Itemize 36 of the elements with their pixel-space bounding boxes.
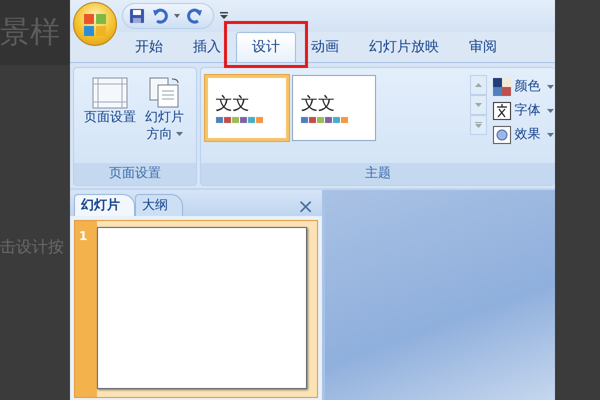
save-icon[interactable] xyxy=(129,8,145,24)
theme-menu-button[interactable]: 字体 xyxy=(493,98,554,122)
pane-tab[interactable]: 大纲 xyxy=(135,194,183,216)
caret-icon[interactable] xyxy=(174,14,180,18)
pane-tab[interactable]: 幻灯片 xyxy=(74,194,135,216)
theme-thumbnail[interactable]: 文文 xyxy=(292,74,376,140)
theme-menu-button[interactable]: 颜色 xyxy=(493,74,554,98)
ribbon-tab[interactable]: 幻灯片放映 xyxy=(354,32,454,62)
ribbon-tab[interactable]: 开始 xyxy=(120,32,178,62)
caret-icon xyxy=(546,84,554,88)
caret-icon xyxy=(546,132,554,136)
customize-icon[interactable] xyxy=(220,12,228,20)
font-icon xyxy=(493,102,512,120)
up-arrow-icon xyxy=(474,82,482,87)
undo-icon[interactable] xyxy=(152,8,168,24)
color-palette-icon xyxy=(493,78,512,96)
ribbon-button[interactable]: 幻灯片方向 xyxy=(141,74,188,146)
group-label: 页面设置 xyxy=(74,163,196,185)
ribbon-tab[interactable]: 插入 xyxy=(178,32,236,62)
effects-icon xyxy=(493,126,512,144)
caret-icon xyxy=(546,108,554,112)
ribbon-tab[interactable]: 设计 xyxy=(236,32,296,62)
theme-thumbnail[interactable]: 文文 xyxy=(204,74,288,140)
group-label: 主题 xyxy=(201,163,555,185)
slide-number: 1 xyxy=(79,228,88,245)
more-icon xyxy=(474,122,482,128)
redo-icon[interactable] xyxy=(186,8,202,24)
ribbon-tab[interactable]: 动画 xyxy=(296,32,354,62)
ribbon-tab[interactable]: 审阅 xyxy=(454,32,512,62)
down-arrow-icon xyxy=(474,102,482,107)
theme-menu-button[interactable]: 效果 xyxy=(493,122,554,146)
close-button[interactable]: × xyxy=(295,196,316,216)
page-setup-icon xyxy=(92,76,128,108)
office-logo xyxy=(82,12,108,38)
slide-thumbnail[interactable] xyxy=(96,227,307,389)
ribbon-button[interactable]: 页面设置 xyxy=(82,74,138,128)
